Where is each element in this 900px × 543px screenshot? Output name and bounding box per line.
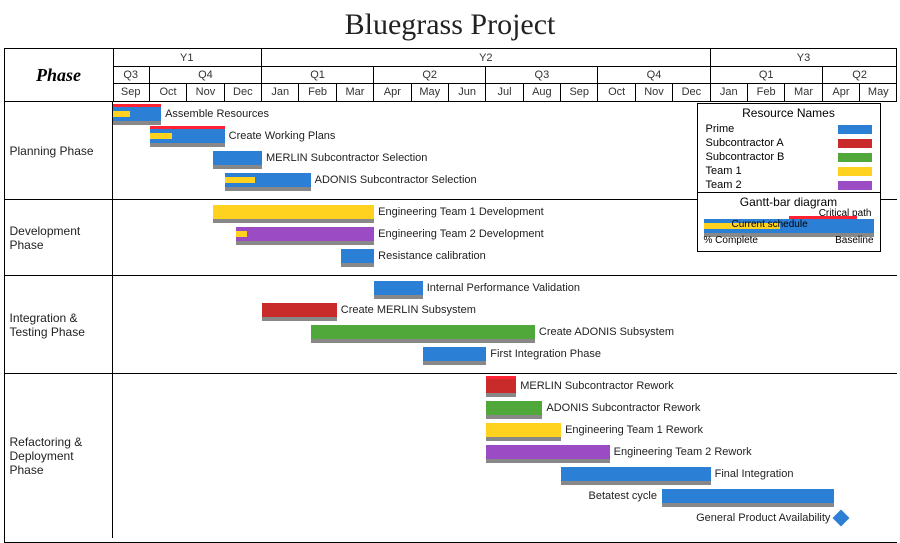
gantt-bar [341,249,375,263]
month-cell: Nov [187,83,224,101]
month-cell: Nov [636,83,673,101]
month-cell: Dec [673,83,710,101]
legend-baseline: Baseline [835,235,873,246]
legend-item: Prime [698,122,880,136]
task-label: MERLIN Subcontractor Rework [520,380,673,392]
month-cell: Apr [823,83,860,101]
quarter-cell: Q4 [598,66,710,83]
phase-label: Development Phase [5,200,113,276]
phase-header: Phase [5,49,114,101]
task-label: Create Working Plans [229,130,336,142]
month-cell: Jan [262,83,299,101]
task-label: Engineering Team 2 Rework [614,446,752,458]
gantt-bar [213,151,262,165]
year-cell: Y1 [113,49,263,66]
task-label: Final Integration [715,468,794,480]
chart-title: Bluegrass Project [4,8,897,42]
legend-item: Team 1 [698,164,880,178]
gantt-bar [561,467,711,481]
month-cell: Mar [337,83,374,101]
month-cell: Mar [785,83,822,101]
legend-item: Subcontractor B [698,150,880,164]
phase-row: Integration & Testing Phase Internal Perf… [5,275,897,374]
task-label: Assemble Resources [165,108,269,120]
month-cell: Jan [711,83,748,101]
phase-row: Refactoring & Deployment Phase MERLIN Sub… [5,373,897,538]
gantt-bar [236,227,374,241]
month-cell: Sep [561,83,598,101]
month-cell: May [412,83,449,101]
task-label: Engineering Team 1 Development [378,206,544,218]
task-label: ADONIS Subcontractor Rework [546,402,700,414]
month-cell: Aug [524,83,561,101]
year-cell: Y3 [711,49,898,66]
task-label: Engineering Team 1 Rework [565,424,703,436]
gantt-bar [311,325,535,339]
task-label: Resistance calibration [378,250,486,262]
task-label: Engineering Team 2 Development [378,228,544,240]
gantt-bar [374,281,423,295]
phase-label: Planning Phase [5,102,113,200]
quarter-cell: Q3 [113,66,150,83]
gantt-bar [486,401,542,415]
month-cell: Dec [225,83,262,101]
month-cell: Feb [299,83,336,101]
gantt-bar [486,445,609,459]
task-label: First Integration Phase [490,348,601,360]
gantt-bar [423,347,487,361]
gantt-bar [662,489,834,503]
month-cell: May [860,83,897,101]
task-label: Internal Performance Validation [427,282,580,294]
legend-title: Resource Names [698,104,880,122]
month-cell: Oct [150,83,187,101]
year-cell: Y2 [262,49,711,66]
phase-label: Refactoring & Deployment Phase [5,374,113,538]
task-label: Create MERLIN Subsystem [341,304,476,316]
month-cell: Jun [449,83,486,101]
task-label: ADONIS Subcontractor Selection [315,174,477,186]
gantt-bar [486,379,516,393]
quarter-cell: Q1 [711,66,823,83]
quarter-cell: Q4 [150,66,262,83]
quarter-cell: Q3 [486,66,598,83]
gantt-bar [262,303,337,317]
legend-complete: % Complete [704,235,758,246]
task-label: Betatest cycle [589,490,657,502]
month-cell: Oct [598,83,635,101]
quarter-cell: Q2 [374,66,486,83]
month-cell: Apr [374,83,411,101]
milestone-icon [833,510,850,527]
gantt-bar [225,173,311,187]
month-cell: Feb [748,83,785,101]
month-cell: Sep [113,83,150,101]
legend-item: Subcontractor A [698,136,880,150]
legend-current: Current schedule [732,219,808,230]
task-label: Create ADONIS Subsystem [539,326,674,338]
task-label: General Product Availability [696,512,830,524]
quarter-cell: Q1 [262,66,374,83]
quarter-cell: Q2 [823,66,898,83]
gantt-bar [486,423,561,437]
gantt-bar [150,129,225,143]
timeline-header: Y1Y2Y3 Q3Q4Q1Q2Q3Q4Q1Q2 SepOctNovDecJanF… [113,49,897,101]
task-label: MERLIN Subcontractor Selection [266,152,427,164]
month-cell: Jul [486,83,523,101]
gantt-chart: Phase Y1Y2Y3 Q3Q4Q1Q2Q3Q4Q1Q2 SepOctNovD… [4,48,897,543]
phase-label: Integration & Testing Phase [5,276,113,374]
gantt-bar [213,205,374,219]
legend-item: Team 2 [698,178,880,192]
legend: Resource Names PrimeSubcontractor ASubco… [697,103,881,252]
gantt-bar [113,107,162,121]
